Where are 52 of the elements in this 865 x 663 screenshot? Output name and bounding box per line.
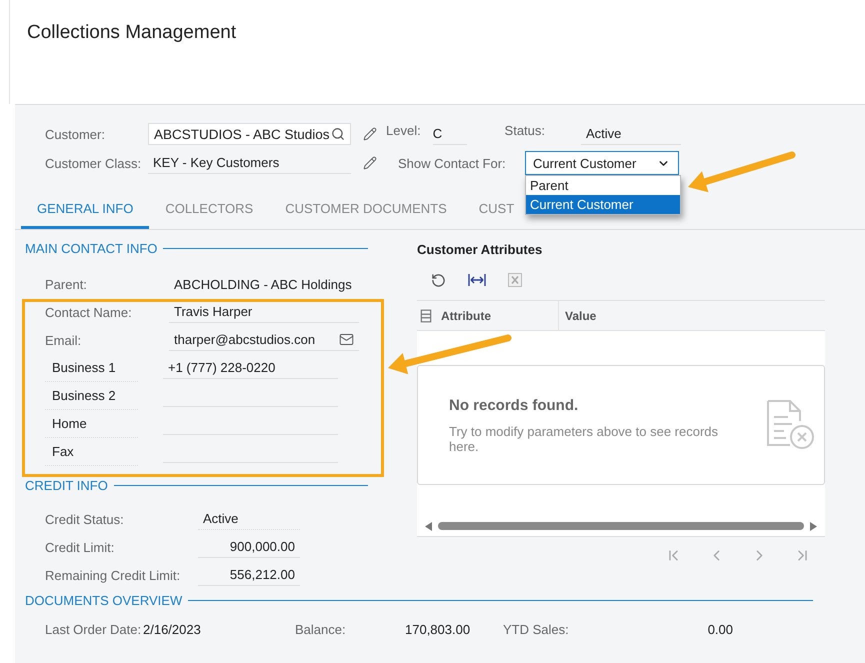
field-label: Credit Limit:	[45, 540, 116, 554]
field-value: 0.00	[706, 622, 733, 637]
email-field[interactable]: tharper@abcstudios.con	[169, 329, 359, 351]
field-label: Parent:	[45, 276, 88, 292]
field-label: Credit Status:	[45, 512, 125, 526]
field-label: Email:	[45, 332, 82, 348]
phone-type-label: Fax	[45, 438, 138, 466]
field-label: Show Contact For:	[398, 156, 507, 170]
grid-title: Customer Attributes	[417, 242, 544, 257]
column-settings-icon[interactable]	[419, 308, 433, 322]
phone-type-label: Business 1	[45, 354, 138, 382]
field-label: Level:	[386, 123, 421, 140]
field-label: Customer:	[45, 126, 106, 142]
search-icon[interactable]	[331, 127, 345, 141]
field-label: Balance:	[295, 622, 347, 637]
dropdown-option[interactable]: Current Customer	[526, 195, 680, 214]
customer-class-field[interactable]: KEY - Key Customers	[148, 152, 351, 174]
field-label: Contact Name:	[45, 304, 133, 320]
mail-icon[interactable]	[339, 332, 354, 347]
column-header[interactable]: Value	[559, 301, 819, 330]
fit-columns-icon[interactable]	[468, 273, 486, 287]
field-value: ABCHOLDING - ABC Holdings	[174, 276, 353, 292]
phone-type-label: Business 2	[45, 382, 138, 410]
field-value: 2/16/2023	[143, 622, 202, 637]
field-value: 170,803.00	[405, 622, 472, 637]
scroll-left-icon[interactable]	[425, 522, 432, 530]
refresh-icon[interactable]	[431, 272, 446, 288]
section-title: CREDIT INFO	[25, 478, 108, 493]
phone-field[interactable]: +1 (777) 228-0220	[163, 357, 338, 379]
scroll-right-icon[interactable]	[810, 522, 817, 530]
amount-value: 556,212.00	[198, 564, 300, 586]
field-label: Status:	[504, 123, 545, 140]
document-error-icon	[766, 399, 816, 451]
text-field[interactable]: Travis Harper	[169, 301, 359, 323]
contact-dropdown[interactable]: Current Customer	[525, 151, 679, 175]
level-value: C	[432, 123, 467, 145]
amount-value: 900,000.00	[198, 536, 300, 558]
tab[interactable]: GENERAL INFO	[21, 193, 150, 229]
empty-state-title: No records found.	[449, 396, 580, 414]
column-header[interactable]: Attribute	[437, 301, 559, 330]
field-label: Customer Class:	[45, 156, 142, 170]
status-value: Active	[581, 123, 681, 145]
customer-field[interactable]: ABCSTUDIOS - ABC Studios	[148, 123, 351, 145]
phone-type-label: Home	[45, 410, 138, 438]
dropdown-option[interactable]: Parent	[526, 176, 680, 195]
empty-state-text: Try to modify parameters above to see records here.	[449, 424, 720, 454]
field-label: YTD Sales:	[503, 622, 570, 637]
section-title: MAIN CONTACT INFO	[25, 241, 158, 256]
page-title: Collections Management	[27, 22, 238, 44]
field-label: Remaining Credit Limit:	[45, 568, 182, 582]
section-title: DOCUMENTS OVERVIEW	[25, 593, 182, 608]
status-value: Active	[198, 508, 300, 530]
